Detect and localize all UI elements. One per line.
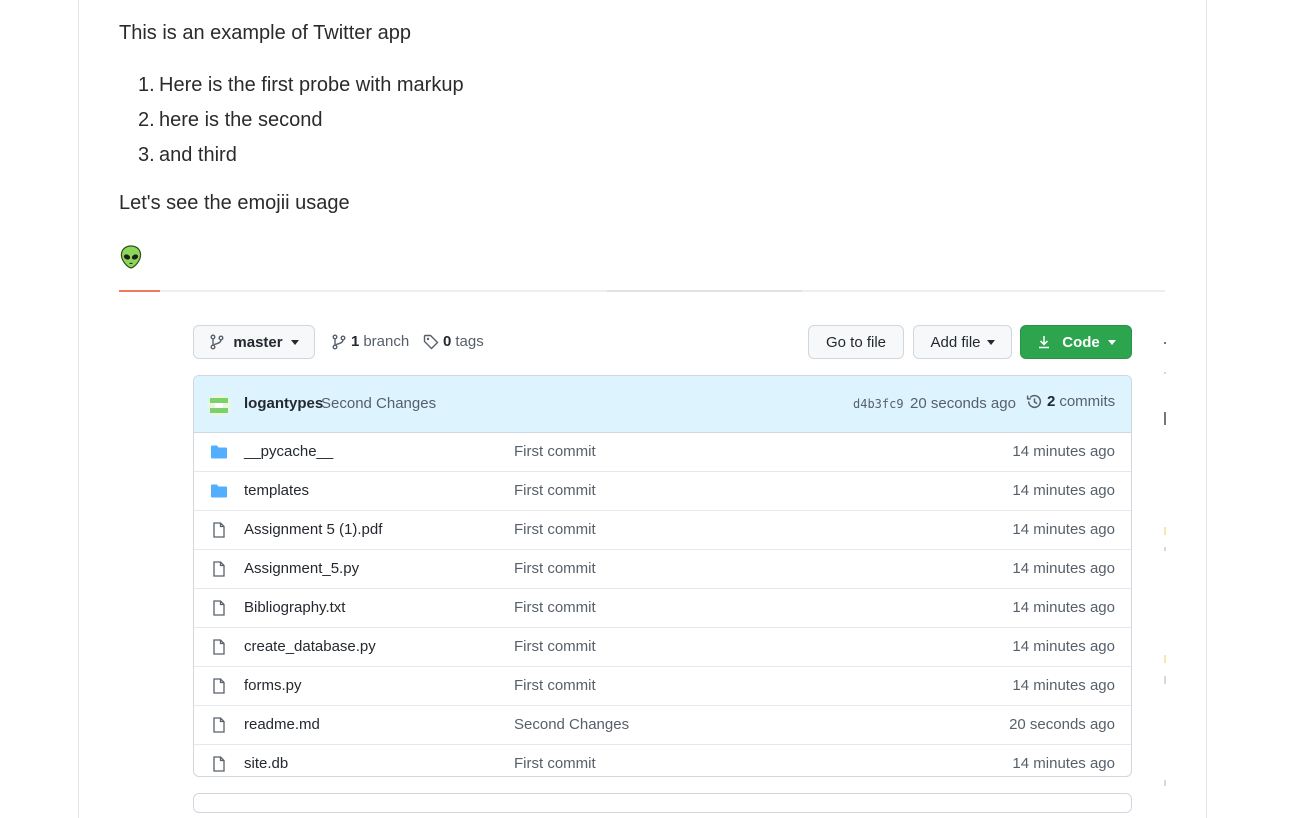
file-name-link[interactable]: __pycache__: [244, 443, 333, 460]
file-commit-message[interactable]: First commit: [514, 560, 596, 577]
file-name-link[interactable]: Assignment_5.py: [244, 560, 359, 577]
avatar[interactable]: [207, 394, 231, 416]
list-item-text: here is the second: [159, 109, 323, 131]
table-row[interactable]: readme.md Second Changes 20 seconds ago: [194, 705, 1131, 744]
file-age: 14 minutes ago: [1012, 638, 1115, 655]
code-button[interactable]: Code: [1020, 325, 1132, 359]
table-row[interactable]: site.db First commit 14 minutes ago: [194, 744, 1131, 776]
add-file-button[interactable]: Add file: [913, 325, 1012, 359]
git-branch-icon: [332, 334, 346, 349]
list-item: 3. and third: [138, 144, 237, 166]
commit-sha[interactable]: d4b3fc9: [853, 397, 904, 411]
post-outro-text: Let's see the emojii usage: [119, 192, 350, 214]
tags-link[interactable]: 0 tags: [423, 333, 484, 350]
folder-icon: [210, 444, 228, 460]
commit-message[interactable]: Second Changes: [321, 395, 436, 412]
file-age: 14 minutes ago: [1012, 755, 1115, 772]
folder-icon: [210, 483, 228, 499]
file-icon: [210, 522, 228, 538]
tag-count: 0: [443, 333, 452, 350]
download-icon: [1039, 336, 1050, 349]
latest-commit-bar: logantypes Second Changes d4b3fc9 20 sec…: [194, 376, 1131, 433]
branch-name: master: [233, 333, 283, 351]
file-age: 14 minutes ago: [1012, 521, 1115, 538]
alien-icon: [120, 245, 142, 269]
go-to-file-button[interactable]: Go to file: [808, 325, 904, 359]
file-commit-message[interactable]: First commit: [514, 755, 596, 772]
table-row[interactable]: create_database.py First commit 14 minutes…: [194, 627, 1131, 666]
table-row[interactable]: templates First commit 14 minutes ago: [194, 471, 1131, 510]
list-item-text: and third: [159, 144, 237, 166]
file-commit-message[interactable]: First commit: [514, 521, 596, 538]
file-commit-message[interactable]: First commit: [514, 443, 596, 460]
file-icon: [210, 600, 228, 616]
commits-link[interactable]: 2 commits: [1026, 393, 1115, 410]
table-row[interactable]: forms.py First commit 14 minutes ago: [194, 666, 1131, 705]
file-age: 14 minutes ago: [1012, 599, 1115, 616]
file-age: 14 minutes ago: [1012, 482, 1115, 499]
commit-age: 20 seconds ago: [910, 395, 1016, 412]
file-icon: [210, 756, 228, 772]
file-commit-message[interactable]: First commit: [514, 638, 596, 655]
chevron-down-icon: [290, 339, 299, 345]
file-name-link[interactable]: Bibliography.txt: [244, 599, 345, 616]
commit-author[interactable]: logantypes: [244, 395, 323, 412]
tag-label: tags: [455, 333, 484, 350]
file-list: __pycache__ First commit 14 minutes ago tem…: [194, 433, 1131, 776]
file-commit-message[interactable]: First commit: [514, 482, 596, 499]
section-divider-mid: [607, 290, 802, 292]
post-intro-text: This is an example of Twitter app: [119, 22, 411, 44]
table-row[interactable]: __pycache__ First commit 14 minutes ago: [194, 433, 1131, 471]
edge-artifact: [1164, 655, 1166, 663]
edge-artifact: [1164, 676, 1166, 684]
list-item-text: Here is the first probe with markup: [159, 74, 464, 96]
edge-artifact: [1164, 780, 1166, 786]
history-icon: [1026, 394, 1042, 409]
file-icon: [210, 678, 228, 694]
file-name-link[interactable]: site.db: [244, 755, 288, 772]
file-icon: [210, 561, 228, 577]
list-item: 1. Here is the first probe with markup: [138, 74, 464, 96]
post-ordered-list: 1. Here is the first probe with markup 2.…: [138, 72, 464, 177]
edge-artifact: [1164, 527, 1166, 535]
table-row[interactable]: Bibliography.txt First commit 14 minutes a…: [194, 588, 1131, 627]
list-item: 2. here is the second: [138, 109, 323, 131]
commit-label: commits: [1059, 393, 1116, 410]
code-label: Code: [1062, 333, 1100, 351]
add-file-label: Add file: [930, 333, 981, 351]
file-age: 14 minutes ago: [1012, 443, 1115, 460]
git-branch-icon: [210, 334, 224, 350]
branches-link[interactable]: 1 branch: [331, 333, 409, 350]
file-icon: [210, 639, 228, 655]
edge-artifact: [1164, 372, 1166, 374]
edge-artifact: [1164, 342, 1166, 344]
branch-count: 1: [351, 333, 360, 350]
file-name-link[interactable]: Assignment 5 (1).pdf: [244, 521, 382, 538]
branch-label: branch: [363, 333, 410, 350]
tag-icon: [423, 334, 439, 349]
readme-box: [193, 793, 1132, 813]
file-icon: [210, 717, 228, 733]
file-age: 20 seconds ago: [1009, 716, 1115, 733]
edge-artifact: [1164, 547, 1166, 551]
chevron-down-icon: [986, 339, 995, 345]
commit-count: 2: [1047, 393, 1056, 410]
file-age: 14 minutes ago: [1012, 677, 1115, 694]
table-row[interactable]: Assignment_5.py First commit 14 minutes ag…: [194, 549, 1131, 588]
section-divider-accent: [119, 290, 160, 292]
edge-artifact: [1164, 412, 1166, 425]
file-name-link[interactable]: create_database.py: [244, 638, 376, 655]
table-row[interactable]: Assignment 5 (1).pdf First commit 14 minut…: [194, 510, 1131, 549]
file-commit-message[interactable]: First commit: [514, 599, 596, 616]
file-browser: logantypes Second Changes d4b3fc9 20 sec…: [193, 375, 1132, 777]
branch-select-button[interactable]: master: [193, 325, 315, 359]
file-name-link[interactable]: templates: [244, 482, 309, 499]
file-age: 14 minutes ago: [1012, 560, 1115, 577]
file-commit-message[interactable]: Second Changes: [514, 716, 629, 733]
file-name-link[interactable]: readme.md: [244, 716, 320, 733]
chevron-down-icon: [1107, 339, 1116, 345]
file-commit-message[interactable]: First commit: [514, 677, 596, 694]
file-name-link[interactable]: forms.py: [244, 677, 302, 694]
